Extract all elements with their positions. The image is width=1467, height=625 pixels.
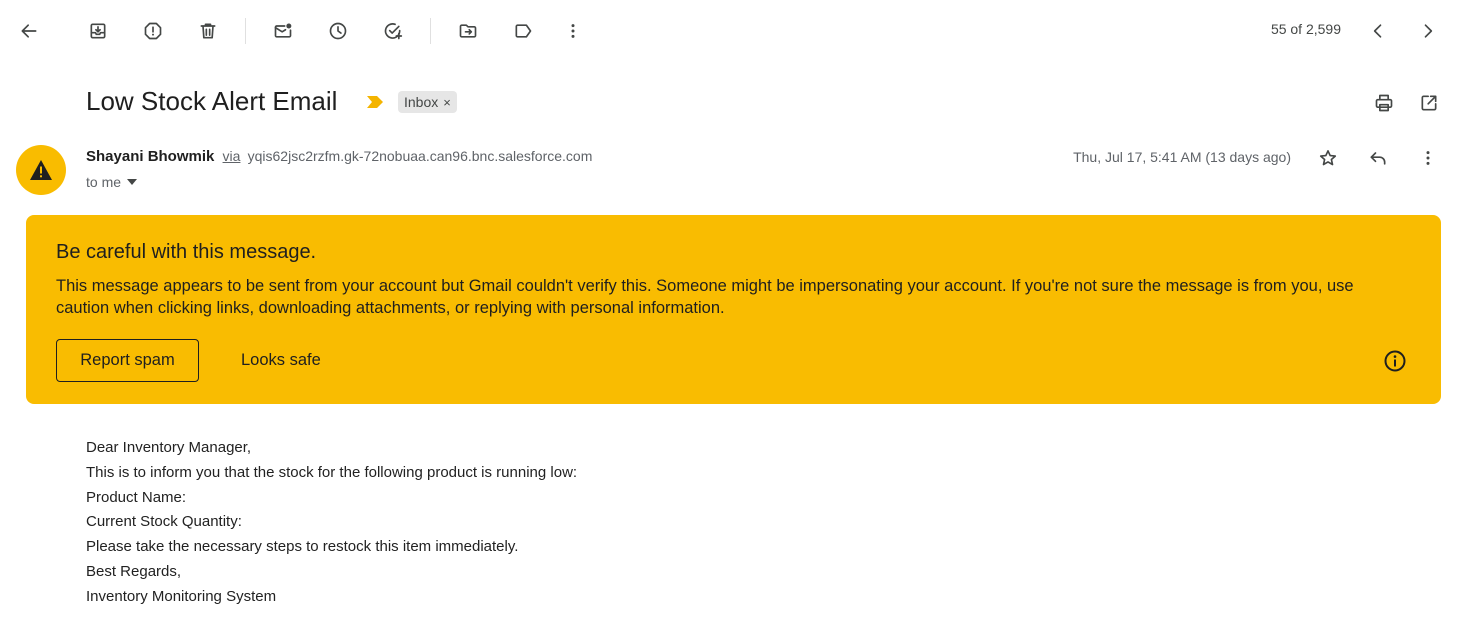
print-icon xyxy=(1375,94,1393,112)
archive-button[interactable] xyxy=(78,11,118,51)
toolbar-divider xyxy=(245,18,246,44)
caret-down-icon[interactable] xyxy=(127,179,138,185)
older-message-button[interactable] xyxy=(1408,11,1448,51)
move-to-button[interactable] xyxy=(448,11,488,51)
message-counter: 55 of 2,599 xyxy=(1270,21,1341,37)
toolbar-divider xyxy=(430,18,431,44)
archive-icon xyxy=(90,23,106,39)
body-line: Product Name: xyxy=(86,488,187,506)
clock-icon xyxy=(329,22,347,40)
message-body: Dear Inventory Manager, This is to infor… xyxy=(86,436,577,610)
message-date: Thu, Jul 17, 5:41 AM (13 days ago) xyxy=(1073,149,1291,165)
open-new-window-button[interactable] xyxy=(1409,83,1449,123)
chevron-left-icon xyxy=(1373,24,1382,38)
arrow-left-icon xyxy=(21,24,37,38)
folder-move-icon xyxy=(459,24,477,38)
more-vert-icon xyxy=(571,24,575,38)
mark-unread-icon xyxy=(274,23,292,38)
back-button[interactable] xyxy=(9,11,49,51)
body-line: Please take the necessary steps to resto… xyxy=(86,538,519,556)
labels-button[interactable] xyxy=(503,11,543,51)
label-chip-text: Inbox xyxy=(404,94,439,110)
body-line: Dear Inventory Manager, xyxy=(86,439,252,456)
report-spam-button[interactable] xyxy=(133,11,173,51)
add-task-icon xyxy=(384,23,403,40)
print-all-button[interactable] xyxy=(1364,83,1404,123)
body-line: Best Regards, xyxy=(86,562,182,580)
via-link[interactable]: via xyxy=(223,148,241,164)
delete-button[interactable] xyxy=(188,11,228,51)
snooze-button[interactable] xyxy=(318,11,358,51)
chevron-right-icon xyxy=(1424,24,1433,38)
message-more-button[interactable] xyxy=(1408,138,1448,178)
mark-unread-button[interactable] xyxy=(263,11,303,51)
sender-name[interactable]: Shayani Bhowmik xyxy=(86,148,214,165)
sender-avatar[interactable] xyxy=(16,145,66,195)
more-vert-icon xyxy=(1426,151,1430,165)
reply-icon xyxy=(1370,152,1386,165)
trash-icon xyxy=(200,23,216,39)
report-icon xyxy=(144,22,162,40)
warning-title: Be careful with this message. xyxy=(56,241,317,263)
looks-safe-button[interactable]: Looks safe xyxy=(228,339,334,382)
warning-body: This message appears to be sent from you… xyxy=(56,277,1354,317)
inbox-label-chip[interactable]: Inbox × xyxy=(398,91,457,113)
star-icon xyxy=(1319,150,1337,166)
warning-icon xyxy=(30,160,52,180)
reply-button[interactable] xyxy=(1358,138,1398,178)
recipient-details[interactable]: to me xyxy=(86,174,138,190)
email-subject: Low Stock Alert Email xyxy=(86,86,338,116)
report-spam-banner-button[interactable]: Report spam xyxy=(56,339,199,382)
add-task-button[interactable] xyxy=(373,11,413,51)
sender-address: yqis62jsc2rzfm.gk-72nobuaa.can96.bnc.sal… xyxy=(247,148,593,164)
newer-message-button[interactable] xyxy=(1358,11,1398,51)
important-marker-icon[interactable] xyxy=(366,95,384,114)
star-button[interactable] xyxy=(1308,138,1348,178)
sender-line: Shayani Bhowmik via yqis62jsc2rzfm.gk-72… xyxy=(86,148,592,165)
body-line: Inventory Monitoring System xyxy=(86,587,277,605)
info-icon[interactable] xyxy=(1383,349,1407,373)
label-icon xyxy=(515,24,532,38)
security-warning-banner: Be careful with this message. This messa… xyxy=(26,215,1441,404)
recipient-text: to me xyxy=(86,174,122,190)
open-in-new-icon xyxy=(1421,95,1437,111)
more-options-button[interactable] xyxy=(553,11,593,51)
body-line: This is to inform you that the stock for… xyxy=(86,463,578,481)
remove-label-button[interactable]: × xyxy=(443,95,451,110)
body-line: Current Stock Quantity: xyxy=(86,513,242,531)
